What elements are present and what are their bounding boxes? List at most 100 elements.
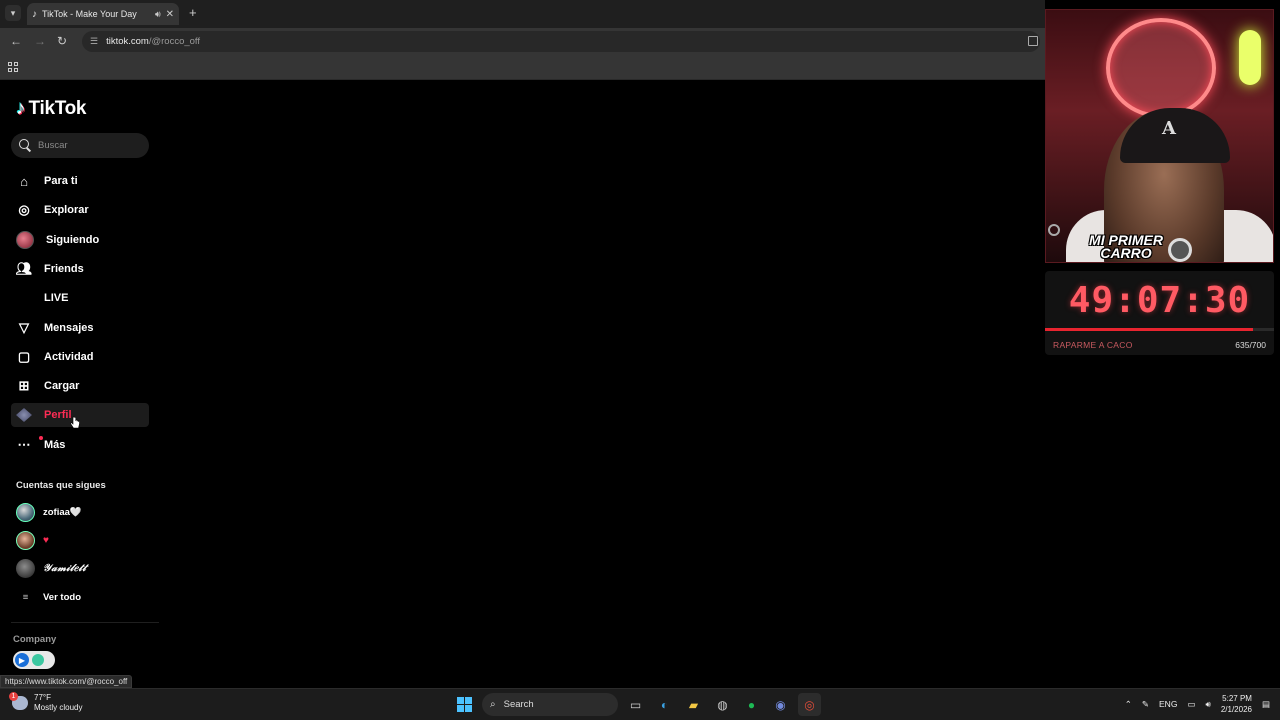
nav-item-cargar[interactable]: ⊞ Cargar [11,374,149,398]
followed-account[interactable]: ♥ [16,529,49,551]
extension-pill[interactable]: ▶ [13,651,55,669]
language-indicator[interactable]: ENG [1159,699,1177,709]
nav-label: Cargar [44,380,80,392]
nav-label: Siguiendo [46,234,100,246]
hand-cursor-icon [70,416,80,429]
discord-icon[interactable]: ◉ [769,693,792,716]
nav-item-perfil[interactable]: Perfil [11,403,149,427]
extension-icon [32,654,44,666]
account-name: 𝒴𝒶𝓂𝒾𝓁𝑒𝓉𝓉 [43,562,87,574]
brand-name: TikTok [28,98,87,119]
status-bar-url: https://www.tiktok.com/@rocco_off [0,675,133,688]
nav-item-friends[interactable]: 👥︎ Friends [11,257,149,281]
volume-icon[interactable]: 🔊︎ [1205,699,1210,710]
tiktok-favicon-icon: ♪ [32,8,37,20]
account-name: zofiaa🤍 [43,506,82,518]
goal-count: 635/700 [1235,340,1266,350]
search-box[interactable] [11,133,149,158]
followed-account[interactable]: 𝒴𝒶𝓂𝒾𝓁𝑒𝓉𝓉 [16,557,86,579]
spotify-icon[interactable]: ● [740,693,763,716]
nav-label: Mensajes [44,322,94,334]
neon-light [1239,30,1261,85]
system-tray: ⌃ ✎ ENG ▭ 🔊︎ 5:27 PM 2/1/2026 ▤ [1125,693,1270,715]
windows-taskbar: 1 77°F Mostly cloudy ⌕ Search ▭ ◐ ▰ ◍ ● … [0,688,1280,720]
nav-label: Explorar [44,204,89,216]
nav-label: Para ti [44,175,78,187]
reload-icon[interactable]: ↻ [57,34,67,48]
nav-label: Actividad [44,351,94,363]
wheel-icon [1168,238,1192,262]
cloud-icon: 1 [9,692,28,710]
search-icon [19,139,32,152]
weather-widget[interactable]: 1 77°F Mostly cloudy [9,692,83,713]
task-view-icon[interactable]: ▭ [624,693,647,716]
tab-title: TikTok - Make Your Day [42,9,137,19]
avatar [16,558,35,578]
followed-account[interactable]: zofiaa🤍 [16,501,82,523]
webcam-overlay: A MI PRIMER CARRO [1045,9,1274,263]
bookmarks-bar [0,55,1045,80]
weather-desc: Mostly cloudy [34,703,83,712]
compass-icon: ◎ [18,202,30,217]
neon-sign [1106,18,1216,118]
profile-avatar [16,408,32,422]
chevron-up-icon[interactable]: ⌃ [1125,699,1132,710]
close-tab-icon[interactable]: ✕ [166,9,174,20]
divider [11,622,159,623]
company-link[interactable]: Company [13,634,56,645]
browser-tab[interactable]: ♪ TikTok - Make Your Day 🔊︎ ✕ [27,3,179,25]
live-icon [16,290,32,306]
nav-item-mas[interactable]: ⋯ Más [11,433,149,457]
friends-icon: 👥︎ [15,261,33,276]
nav-item-explorar[interactable]: ◎ Explorar [11,198,149,222]
back-arrow-icon[interactable]: ← [10,34,22,48]
new-tab-button[interactable]: + [189,5,197,20]
cast-icon[interactable] [1028,36,1038,46]
nav-item-siguiendo[interactable]: Siguiendo [11,228,149,252]
avatar [16,530,35,550]
network-icon[interactable]: ▭ [1187,699,1195,710]
goal-progress-fill [1045,328,1253,331]
tab-search-button[interactable]: ▾ [5,5,21,21]
url-host: tiktok.com [106,36,149,47]
taskbar-search[interactable]: ⌕ Search [482,693,618,716]
nav-item-mensajes[interactable]: ▽ Mensajes [11,316,149,340]
heart-icon: ♥ [43,534,49,546]
goal-label: RAPARME A CACO [1053,340,1133,350]
home-icon: ⌂ [20,173,28,189]
nav-label: Friends [44,263,84,275]
nav-item-para-ti[interactable]: ⌂ Para ti [11,169,149,193]
nav-item-live[interactable]: LIVE [11,286,149,310]
clock-date: 2/1/2026 [1220,705,1252,714]
notification-dot [39,436,43,440]
list-icon: ≡ [22,591,29,603]
pen-icon[interactable]: ✎ [1142,699,1149,710]
start-button[interactable] [453,693,476,716]
taskbar-apps: ⌕ Search ▭ ◐ ▰ ◍ ● ◉ ◎ [453,693,821,716]
following-avatar [16,231,34,249]
site-info-icon[interactable]: ☰ [90,36,98,47]
nav-item-actividad[interactable]: ▢ Actividad [11,345,149,369]
nav-label: LIVE [44,292,69,304]
clock[interactable]: 5:27 PM 2/1/2026 [1221,693,1252,715]
see-all-link[interactable]: ≡ Ver todo [16,586,81,608]
more-dots-icon: ⋯ [17,437,31,452]
subathon-timer-panel: 49:07:30 RAPARME A CACO 635/700 [1045,271,1274,355]
address-bar[interactable]: ☰ tiktok.com/@rocco_off [82,31,1040,52]
activity-icon: ▢ [17,349,31,364]
edge-icon[interactable]: ◐ [653,693,676,716]
avatar [16,502,35,522]
forward-arrow-icon[interactable]: → [34,34,46,48]
search-input[interactable] [38,140,138,151]
speaker-icon[interactable]: 🔊︎ [155,9,161,20]
chrome-icon[interactable]: ◎ [798,693,821,716]
apps-grid-icon[interactable] [8,62,18,72]
taskbar-search-label: Search [503,699,534,710]
obs-icon[interactable]: ◍ [711,693,734,716]
clock-time: 5:27 PM [1222,694,1252,703]
notifications-icon[interactable]: ▤ [1262,699,1270,710]
tiktok-logo[interactable]: ♪ TikTok [16,98,86,120]
see-all-label: Ver todo [43,591,82,603]
browser-tab-bar: ▾ ♪ TikTok - Make Your Day 🔊︎ ✕ + [0,0,1045,28]
file-explorer-icon[interactable]: ▰ [682,693,705,716]
